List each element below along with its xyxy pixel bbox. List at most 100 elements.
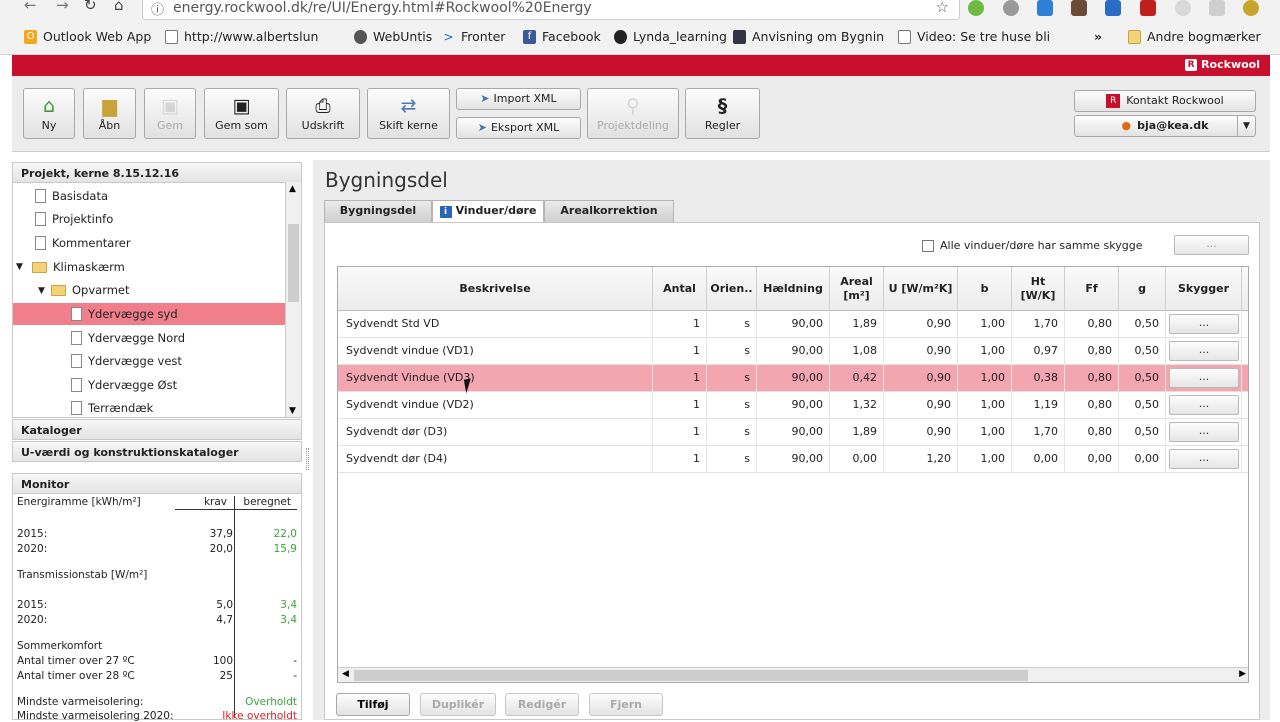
tree-item-projektinfo[interactable]: Projektinfo [35, 208, 113, 230]
extension-icon[interactable] [1243, 0, 1259, 16]
user-menu[interactable]: ● bja@kea.dk ▼ [1074, 115, 1256, 137]
bookmark-lynda[interactable]: Lynda_learning [614, 29, 727, 44]
tree-item-ydervaegge-oest[interactable]: Ydervægge Øst [71, 374, 177, 396]
expand-arrow-icon[interactable]: ▼ [16, 262, 23, 272]
scroll-left-icon[interactable]: ◀ [342, 669, 349, 679]
tree-item-ydervaegge-vest[interactable]: Ydervægge vest [71, 350, 182, 372]
checkbox-icon[interactable] [922, 239, 934, 252]
forward-icon[interactable]: → [56, 0, 69, 14]
extension-icon[interactable] [1105, 0, 1121, 16]
tab-arealkorrektion[interactable]: Arealkorrektion [544, 200, 674, 222]
tree-item-opvarmet[interactable]: Opvarmet [51, 279, 130, 301]
col-header-orientering[interactable]: Orien.. [707, 267, 757, 311]
tree-item-klimaskaerm[interactable]: Klimaskærm [32, 256, 125, 278]
chevron-down-icon[interactable]: ▼ [1237, 116, 1255, 136]
address-bar[interactable]: ⓘ energy.rockwool.dk/re/UI/Energy.html#R… [142, 0, 960, 20]
u-catalogs-header[interactable]: U-værdi og konstruktionskataloger [12, 441, 302, 462]
scroll-down-icon[interactable]: ▼ [289, 406, 296, 416]
expand-arrow-icon[interactable]: ▼ [38, 286, 45, 296]
table-row[interactable]: Sydvendt dør (D3) 1 s 90,00 1,89 0,90 1,00 1,70… [338, 419, 1248, 446]
col-header-antal[interactable]: Antal [653, 267, 707, 311]
shadow-edit-button[interactable]: ... [1169, 341, 1239, 361]
col-header-u[interactable]: U [W/m²K] [884, 267, 958, 311]
reload-icon[interactable]: ↻ [84, 0, 97, 14]
bookmark-other[interactable]: Andre bogmærker [1128, 29, 1261, 44]
tree-item-kommentarer[interactable]: Kommentarer [35, 232, 131, 254]
table-row[interactable]: Sydvendt Std VD 1 s 90,00 1,89 0,90 1,00 1,70 0,… [338, 311, 1248, 338]
bookmark-albertslund[interactable]: http://www.albertslun [165, 29, 318, 44]
tree-scrollbar[interactable]: ▲ ▼ [285, 182, 301, 417]
scroll-right-icon[interactable]: ▶ [1239, 669, 1246, 679]
bookmark-fronter[interactable]: > Fronter [442, 29, 505, 44]
table-row[interactable]: Sydvendt dør (D4) 1 s 90,00 0,00 1,20 1,00 0,00… [338, 446, 1248, 473]
tree-item-ydervaegge-syd[interactable]: Ydervægge syd [71, 303, 178, 325]
scrollbar-thumb[interactable] [288, 224, 299, 302]
print-button[interactable]: ⎙ Udskrift [286, 88, 360, 139]
open-button[interactable]: ▆ Åbn [83, 88, 136, 139]
col-header-ht[interactable]: Ht [W/K] [1012, 267, 1065, 311]
tree-item-ydervaegge-nord[interactable]: Ydervægge Nord [71, 327, 185, 349]
shadow-edit-button[interactable]: ... [1169, 422, 1239, 442]
extension-icon[interactable] [1003, 0, 1019, 16]
remove-button[interactable]: Fjern [589, 693, 663, 716]
extension-icon[interactable] [1037, 0, 1053, 16]
shadow-edit-button[interactable]: ... [1169, 368, 1239, 388]
shadow-edit-button[interactable]: ... [1169, 395, 1239, 415]
extension-icon[interactable] [1175, 0, 1191, 16]
extension-icon[interactable] [1071, 0, 1087, 16]
extension-icon[interactable] [968, 0, 984, 16]
same-shadow-checkbox[interactable]: Alle vinduer/døre har samme skygge [922, 239, 1143, 252]
bookmark-webuntis[interactable]: WebUntis [354, 29, 432, 44]
import-xml-button[interactable]: ➤ Import XML [456, 88, 581, 110]
col-header-skygger[interactable]: Skygger [1166, 267, 1242, 311]
extension-icon[interactable] [1209, 0, 1225, 16]
splitter-handle[interactable] [306, 448, 309, 470]
info-icon[interactable]: ⓘ [151, 0, 164, 18]
project-sharing-button[interactable]: ⚲ Projektdeling [587, 88, 679, 139]
bookmark-facebook[interactable]: f Facebook [523, 29, 601, 44]
save-button[interactable]: ▣ Gem [144, 88, 196, 139]
tree-item-terraendaek[interactable]: Terrændæk [71, 397, 153, 417]
duplicate-button[interactable]: Duplikér [420, 693, 496, 716]
add-button[interactable]: Tilføj [336, 693, 410, 716]
horizontal-scrollbar[interactable]: ◀ ▶ [338, 667, 1248, 682]
tab-bygningsdel[interactable]: Bygningsdel [324, 200, 432, 222]
table-row[interactable]: Sydvendt vindue (VD1) 1 s 90,00 1,08 0,90 1,00… [338, 338, 1248, 365]
table-row[interactable]: Sydvendt Vindue (VD3) 1 s 90,00 0,42 0,90 1,00… [338, 365, 1248, 392]
col-header-g[interactable]: g [1119, 267, 1166, 311]
tab-vinduer-doere[interactable]: i Vinduer/døre [432, 200, 544, 222]
col-header-areal[interactable]: Areal [m²] [830, 267, 884, 311]
scrollbar-thumb[interactable] [354, 670, 1028, 681]
trans-2015-label: 2015: [17, 599, 48, 611]
tree-item-basisdata[interactable]: Basisdata [35, 185, 108, 207]
extension-icon[interactable] [1140, 0, 1156, 16]
bookmark-outlook[interactable]: O Outlook Web App [24, 29, 151, 44]
shadow-edit-button[interactable]: ... [1169, 449, 1239, 469]
save-as-button[interactable]: ▣ Gem som [204, 88, 279, 139]
col-header-ff[interactable]: Ff [1065, 267, 1119, 311]
rules-button[interactable]: § Regler [685, 88, 760, 139]
back-icon[interactable]: ← [24, 0, 37, 14]
scroll-up-icon[interactable]: ▲ [289, 184, 296, 194]
col-header-b[interactable]: b [958, 267, 1012, 311]
project-header[interactable]: Projekt, kerne 8.15.12.16 [12, 162, 302, 183]
home-icon[interactable]: ⌂ [114, 0, 124, 14]
table-row[interactable]: Sydvendt vindue (VD2) 1 s 90,00 1,32 0,90 1,00… [338, 392, 1248, 419]
edit-button[interactable]: Redigér [505, 693, 579, 716]
bookmark-video[interactable]: Video: Se tre huse bli [898, 29, 1050, 44]
bookmarks-overflow[interactable]: » [1094, 29, 1102, 44]
monitor-header[interactable]: Monitor [12, 473, 302, 494]
new-button[interactable]: ⌂ Ny [23, 88, 75, 139]
contact-rockwool-button[interactable]: R Kontakt Rockwool [1074, 90, 1256, 112]
bookmark-anvisning[interactable]: Anvisning om Bygnin [733, 29, 884, 44]
col-header-beskrivelse[interactable]: Beskrivelse [338, 267, 653, 311]
shadow-settings-button[interactable]: ... [1174, 235, 1249, 255]
export-xml-button[interactable]: ➤ Eksport XML [456, 117, 581, 139]
shadow-edit-button[interactable]: ... [1169, 314, 1239, 334]
switch-core-button[interactable]: ⇄ Skift kerne [367, 88, 450, 139]
col-header-haeldning[interactable]: Hældning [757, 267, 830, 311]
folder-icon: ▆ [102, 95, 117, 117]
star-icon[interactable]: ☆ [936, 0, 949, 16]
summer-28-label: Antal timer over 28 ºC [17, 670, 135, 682]
catalogs-header[interactable]: Kataloger [12, 419, 302, 440]
